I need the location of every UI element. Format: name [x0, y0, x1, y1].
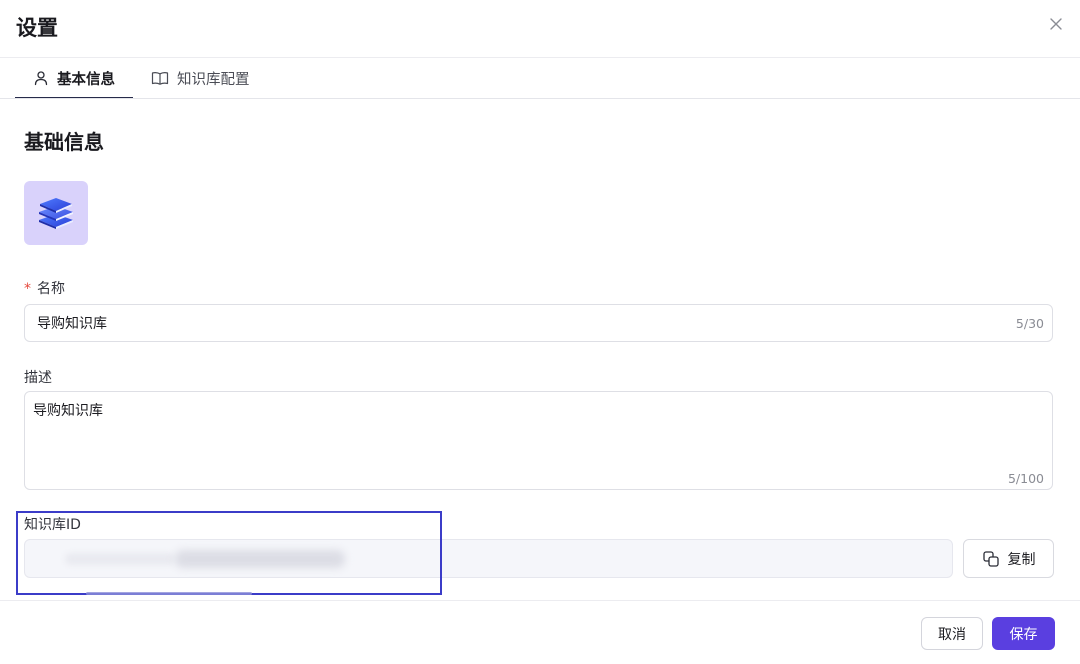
description-char-counter: 5/100	[1007, 471, 1044, 486]
name-label-row: * 名称	[24, 278, 65, 298]
dialog-title: 设置	[16, 16, 58, 40]
user-icon	[34, 71, 48, 86]
tab-divider	[0, 98, 1080, 99]
name-label: 名称	[37, 281, 65, 297]
copy-button-label: 复制	[1007, 551, 1036, 568]
required-mark: *	[24, 281, 31, 297]
description-textarea[interactable]: 导购知识库	[33, 400, 1023, 460]
name-input[interactable]	[37, 305, 987, 341]
description-field-box: 导购知识库 5/100	[24, 391, 1053, 490]
book-icon	[151, 72, 169, 85]
kb-id-redacted-b	[175, 550, 345, 568]
close-button[interactable]	[1046, 14, 1066, 34]
footer-divider	[0, 600, 1080, 601]
tab-bar: 基本信息 知识库配置	[15, 58, 268, 99]
close-icon	[1050, 18, 1062, 30]
kb-id-label: 知识库ID	[24, 517, 81, 533]
description-label: 描述	[24, 370, 52, 386]
save-button[interactable]: 保存	[992, 617, 1055, 650]
tab-kb-config-label: 知识库配置	[177, 71, 250, 88]
books-stack-icon	[39, 198, 73, 229]
tab-basic-info[interactable]: 基本信息	[15, 58, 133, 99]
section-title: 基础信息	[24, 130, 104, 154]
tab-basic-info-label: 基本信息	[57, 71, 115, 88]
kb-id-redacted-a	[65, 553, 175, 565]
name-char-counter: 5/30	[1015, 316, 1044, 331]
tab-kb-config[interactable]: 知识库配置	[133, 58, 268, 98]
cancel-button[interactable]: 取消	[921, 617, 983, 650]
name-field-box: 5/30	[24, 304, 1053, 342]
copy-icon	[982, 550, 999, 567]
copy-button[interactable]: 复制	[963, 539, 1054, 578]
kb-id-field[interactable]	[24, 539, 953, 578]
scroll-indicator	[86, 592, 252, 595]
kb-avatar[interactable]	[24, 181, 88, 245]
